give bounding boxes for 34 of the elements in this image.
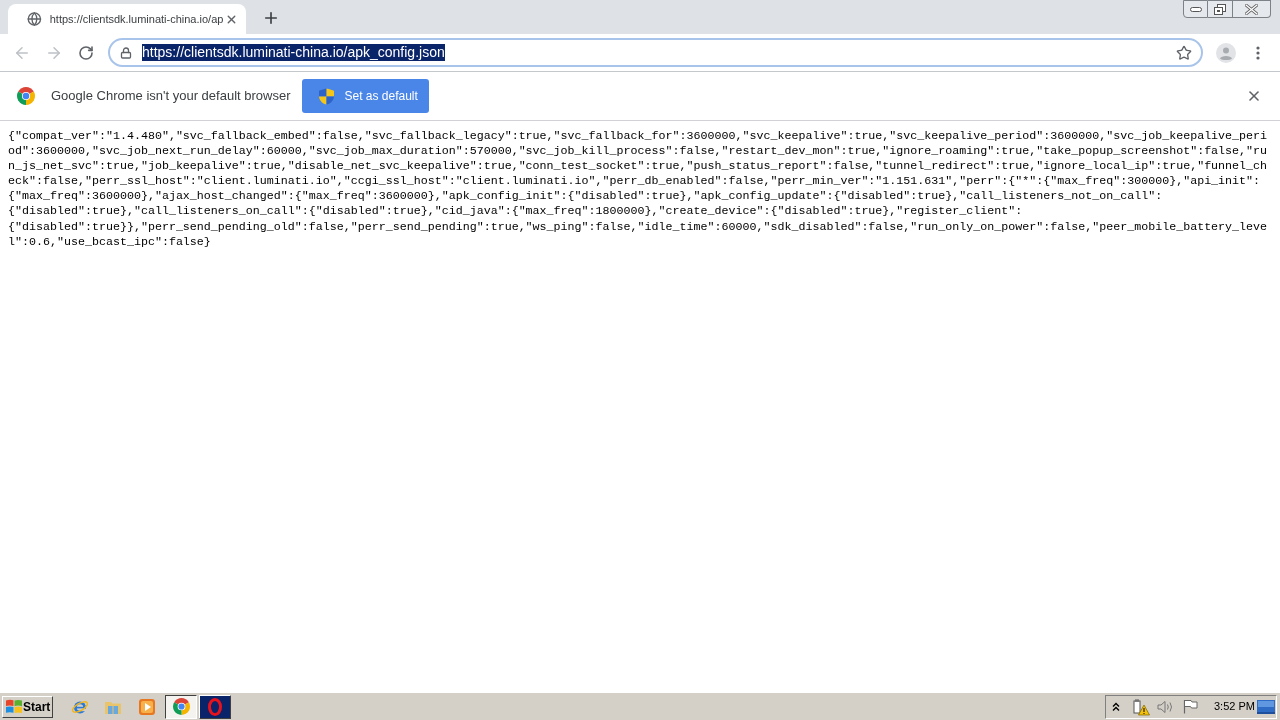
shield-icon (319, 87, 335, 105)
chrome-logo-icon (17, 87, 35, 105)
restore-icon (1214, 3, 1226, 15)
plus-icon (262, 9, 280, 27)
address-url: https://clientsdk.luminati-china.io/apk_config.json (142, 44, 445, 61)
bookmark-button[interactable] (1175, 43, 1193, 62)
show-desktop-icon[interactable] (1257, 699, 1275, 714)
windows-logo-icon (6, 699, 22, 714)
start-button[interactable]: Start (2, 695, 53, 718)
address-bar[interactable]: https://clientsdk.luminati-china.io/apk_config.json (108, 38, 1203, 67)
globe-icon (27, 11, 42, 27)
more-icon (1256, 45, 1260, 60)
chrome-logo-icon[interactable] (172, 698, 190, 715)
plug-warning-icon[interactable] (1132, 697, 1150, 716)
restore-button[interactable] (1208, 0, 1233, 18)
browser-tab[interactable]: https://clientsdk.luminati-china.io/ap (8, 4, 246, 34)
infobar-message: Google Chrome isn't your default browser (51, 87, 291, 106)
minimize-button[interactable] (1183, 0, 1208, 18)
tab-title: https://clientsdk.luminati-china.io/ap (49, 11, 224, 27)
chevron-up-icon[interactable] (1112, 701, 1120, 712)
window-close-button[interactable] (1233, 0, 1271, 18)
star-icon (1176, 44, 1192, 61)
taskbar-button[interactable] (165, 694, 197, 719)
flag-icon[interactable] (1183, 699, 1198, 714)
lock-icon (120, 46, 132, 59)
play-icon[interactable] (138, 697, 156, 716)
reload-icon (78, 44, 94, 61)
close-icon (1246, 88, 1262, 104)
clock-time[interactable]: 3:52 PM (1214, 698, 1255, 715)
minimize-icon (1189, 6, 1202, 12)
close-icon (1245, 3, 1258, 15)
set-default-button[interactable]: Set as default (302, 79, 430, 113)
person-avatar-icon (1216, 42, 1236, 63)
json-text: {"compat_ver":"1.4.480","svc_fallback_embed":false,"svc_fallback_legacy":true,"svc_fallback_for":3600000,"svc_keepalive":true,"svc_keepalive_period":3600000,"svc_job_keepalive_period":3600000,"svc_job_next_run_delay":60000,"svc_job_max_duration":570000,"svc_job_kill_process":false,"restart_dev_mon":true,"ignore_roaming":true,"take_popup_screenshot":false,"run_js_net_svc":true,"job_keepalive":true,"disable_net_svc_keepalive":true,"conn_test_socket":true,"push_status_report":false,"tunnel_redirect":true,"ignore_local_ip":true,"funnel_check":false,"perr_ssl_host":"client.luminati.io","ccgi_ssl_host":"client.luminati.io","perr_db_enabled":false,"perr_min_ver":"1.151.631","perr":{"*":{"max_freq":300000},"api_init":{"max_freq":3600000},"ajax_host_changed":{"max_freq":3600000},"apk_config_init":{"disabled":true},"apk_config_update":{"disabled":true},"call_listeners_not_on_call":{"disabled":true},"call_listeners_on_call":{"disabled":true},"cid_java":{"max_freq":1800000},"create_device":{"disabled":true},"register_client":{"disabled":true}},"perr_send_pending_old":false,"perr_send_pending":true,"ws_ping":false,"idle_time":60000,"sdk_disabled":false,"run_only_on_power":false,"peer_mobile_battery_level":0.6,"use_bcast_ipc":false} (8, 129, 1269, 250)
